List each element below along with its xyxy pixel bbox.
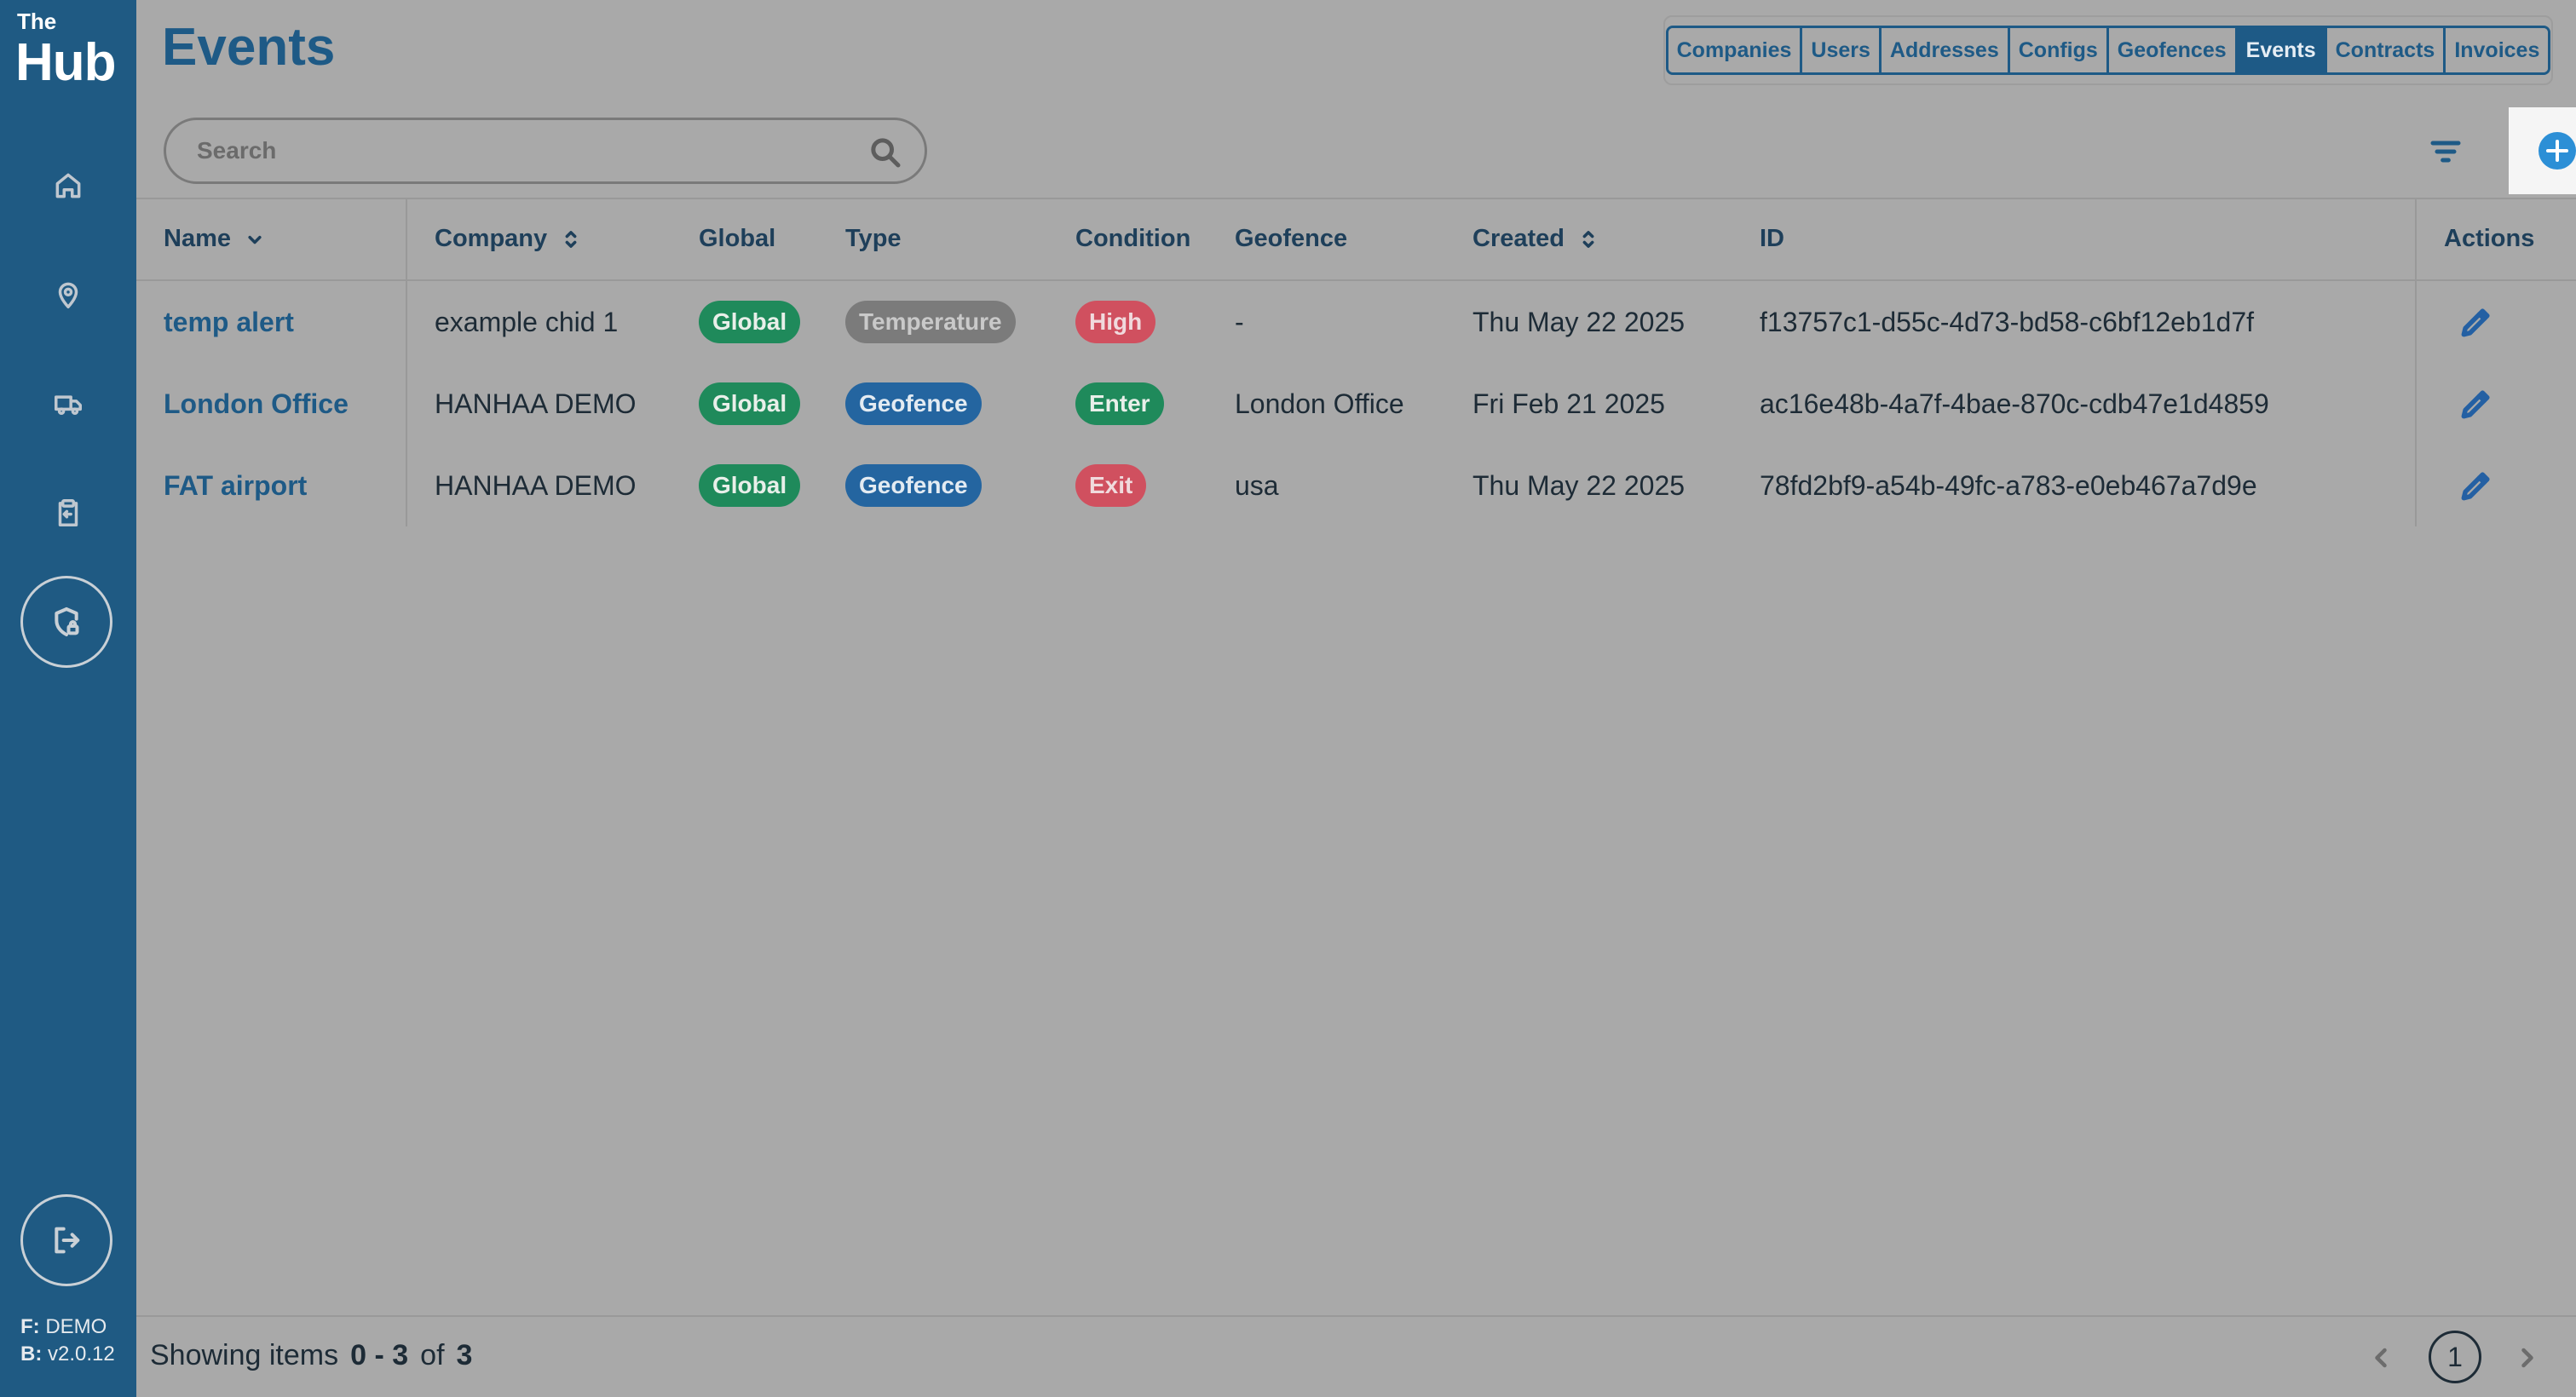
condition-badge: Exit [1075,464,1147,507]
search-icon[interactable] [868,135,902,170]
cell-geofence: usa [1235,469,1279,501]
tab-addresses[interactable]: Addresses [1881,28,2010,72]
add-event-button[interactable] [2509,107,2576,194]
sort-icon [565,230,577,248]
filter-button[interactable] [2429,135,2463,169]
plus-circle-icon [2539,132,2576,170]
logout-icon [55,1227,80,1254]
tab-contracts[interactable]: Contracts [2326,28,2446,72]
cell-id: ac16e48b-4a7f-4bae-870c-cdb47e1d4859 [1760,388,2269,419]
cell-id: 78fd2bf9-a54b-49fc-a783-e0eb467a7d9e [1760,469,2257,501]
logo-hub[interactable]: Hub [15,32,117,93]
cell-company: HANHAA DEMO [435,469,637,501]
tab-users[interactable]: Users [1802,28,1882,72]
tab-events[interactable]: Events [2237,28,2327,72]
footer-divider [136,1315,2576,1317]
showing-total: 3 [456,1339,473,1371]
cell-name[interactable]: temp alert [164,281,294,363]
frontend-version-label: F: [20,1315,40,1338]
shield-lock-icon [55,607,79,636]
column-header-condition: Condition [1075,225,1191,252]
cell-id: f13757c1-d55c-4d73-bd58-c6bf12eb1d7f [1760,306,2255,337]
sort-icon [1582,230,1594,248]
type-badge: Temperature [845,301,1016,343]
events-table: Name Company Global Type Condition Geofe… [136,198,2576,526]
column-header-company-label: Company [435,225,548,252]
sidebar-item-admin[interactable] [20,576,112,668]
tab-companies[interactable]: Companies [1668,28,1803,72]
page-title: Events [162,18,336,77]
edit-button[interactable] [2458,363,2495,445]
condition-badge: Enter [1075,382,1164,425]
search-input[interactable] [195,136,846,165]
of-label: of [420,1339,445,1371]
home-icon [55,173,81,198]
truck-icon [55,395,82,415]
sidebar-item-home[interactable] [34,152,102,220]
column-header-global: Global [699,225,776,252]
frontend-version-value: DEMO [45,1315,107,1338]
frontend-version: F: DEMO [20,1315,107,1339]
column-header-name[interactable]: Name [164,225,267,253]
tab-invoices[interactable]: Invoices [2446,28,2549,72]
global-badge: Global [699,464,801,507]
table-row[interactable]: London Office HANHAA DEMO Global Geofenc… [136,363,2576,445]
cell-created: Fri Feb 21 2025 [1472,388,1665,419]
chevron-right-icon [2521,1348,2533,1368]
pencil-icon [2461,390,2490,419]
global-badge: Global [699,382,801,425]
backend-version-label: B: [20,1342,43,1365]
column-header-company[interactable]: Company [435,225,583,253]
cell-company: HANHAA DEMO [435,388,637,419]
table-row[interactable]: FAT airport HANHAA DEMO Global Geofence … [136,445,2576,526]
edit-button[interactable] [2458,445,2495,526]
column-header-actions: Actions [2444,225,2535,252]
sidebar: The Hub F: DEMO B: v2.0.12 [0,0,136,1397]
pencil-icon [2461,472,2490,501]
pagination-summary: Showing items 0 - 3 of 3 [150,1339,472,1372]
logo-the: The [17,9,57,34]
next-page-button[interactable] [2512,1342,2543,1373]
table-row[interactable]: temp alert example chid 1 Global Tempera… [136,281,2576,363]
cell-name[interactable]: London Office [164,363,349,445]
backend-version: B: v2.0.12 [20,1342,115,1366]
cell-geofence: - [1235,306,1244,337]
search-box [164,118,927,184]
showing-label: Showing items [150,1339,339,1371]
condition-badge: High [1075,301,1156,343]
cell-created: Thu May 22 2025 [1472,469,1686,501]
sidebar-item-locations[interactable] [34,261,102,329]
logout-button[interactable] [20,1194,112,1286]
column-header-geofence: Geofence [1235,225,1348,252]
sidebar-item-fleet[interactable] [34,370,102,438]
pencil-icon [2461,308,2490,337]
column-header-type: Type [845,225,902,252]
tab-geofences[interactable]: Geofences [2108,28,2238,72]
page-number-button[interactable]: 1 [2429,1331,2481,1383]
backend-version-value: v2.0.12 [48,1342,115,1365]
map-pin-icon [58,282,78,308]
column-header-created[interactable]: Created [1472,225,1600,253]
entity-tabs: Companies Users Addresses Configs Geofen… [1663,15,2553,85]
chevron-down-icon [248,235,262,244]
clipboard-icon [58,499,78,526]
chevron-left-icon [2375,1348,2387,1368]
filter-icon [2430,141,2461,163]
showing-range: 0 - 3 [350,1339,409,1371]
cell-company: example chid 1 [435,306,619,337]
tab-configs[interactable]: Configs [2009,28,2109,72]
column-header-created-label: Created [1472,225,1565,252]
edit-button[interactable] [2458,281,2495,363]
previous-page-button[interactable] [2366,1342,2396,1373]
type-badge: Geofence [845,464,982,507]
cell-geofence: London Office [1235,388,1404,419]
column-header-id: ID [1760,225,1784,252]
column-header-name-label: Name [164,225,231,252]
sidebar-item-tasks[interactable] [34,479,102,547]
global-badge: Global [699,301,801,343]
cell-name[interactable]: FAT airport [164,445,307,526]
cell-created: Thu May 22 2025 [1472,306,1686,337]
type-badge: Geofence [845,382,982,425]
